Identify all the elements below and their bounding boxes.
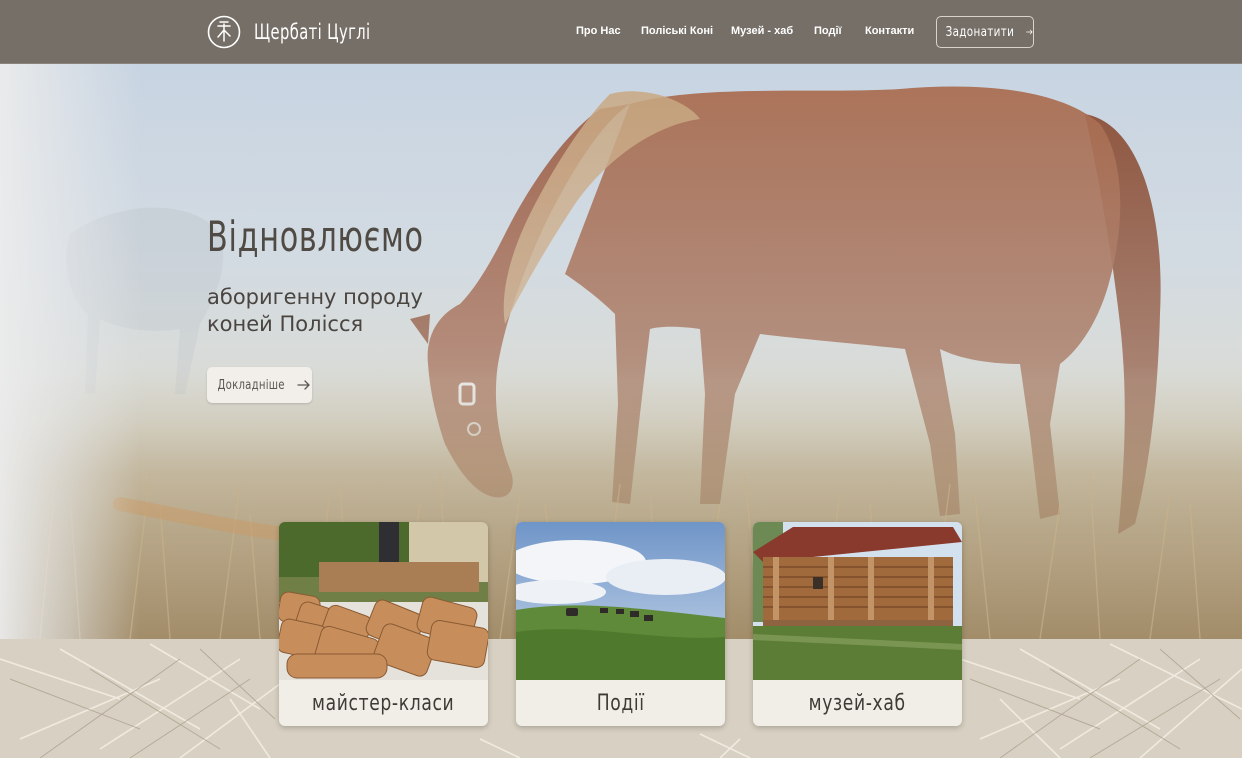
arrow-right-icon: [1025, 29, 1033, 35]
card-museum-hub-label-wrap: музей-хаб: [753, 680, 962, 726]
hero-subtitle: аборигенну породу коней Полісся: [207, 285, 423, 336]
learn-more-button[interactable]: Докладніше: [207, 367, 312, 403]
card-events-image: [516, 522, 725, 680]
donate-label: Задонатити: [945, 24, 1015, 40]
horse-emblem-icon: [207, 15, 241, 49]
hero-left-fade: [0, 64, 140, 639]
nav-events[interactable]: Події: [814, 25, 842, 37]
learn-more-label: Докладніше: [217, 377, 285, 393]
donate-button[interactable]: Задонатити: [936, 16, 1034, 48]
nav-museum-hub[interactable]: Музей - хаб: [731, 25, 793, 37]
card-workshops-label: майстер-класи: [312, 690, 455, 716]
brand-name: Щербаті Цуглі: [254, 20, 371, 44]
horses-on-hill-image: [516, 522, 725, 680]
card-workshops-image: [279, 522, 488, 680]
nav-contacts[interactable]: Контакти: [865, 25, 914, 37]
nav-polissia-horses[interactable]: Поліські Коні: [641, 25, 713, 37]
card-events-label: Події: [596, 690, 645, 716]
card-museum-hub[interactable]: музей-хаб: [753, 522, 962, 726]
site-header: Щербаті Цуглі Про Нас Поліські Коні Музе…: [0, 0, 1242, 64]
card-events-label-wrap: Події: [516, 680, 725, 726]
card-museum-hub-image: [753, 522, 962, 680]
card-workshops-label-wrap: майстер-класи: [279, 680, 488, 726]
card-workshops[interactable]: майстер-класи: [279, 522, 488, 726]
arrow-right-icon: [297, 380, 310, 390]
bread-loaves-image: [279, 522, 488, 680]
log-house-image: [753, 522, 962, 680]
nav-about[interactable]: Про Нас: [576, 25, 621, 37]
hero-title: Відновлюємо: [207, 212, 424, 261]
brand-logo-link[interactable]: Щербаті Цуглі: [207, 14, 403, 50]
card-museum-hub-label: музей-хаб: [808, 690, 906, 716]
card-events[interactable]: Події: [516, 522, 725, 726]
